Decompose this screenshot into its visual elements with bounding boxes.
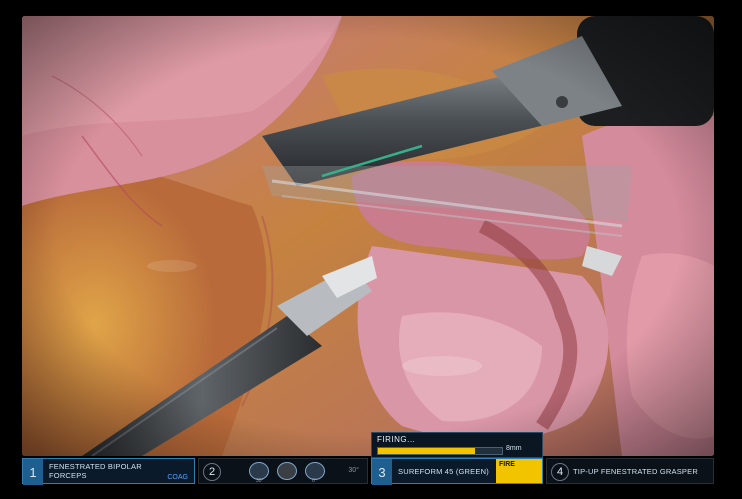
endoscope-view [22, 16, 714, 456]
slot-number: 3 [372, 459, 392, 485]
surgical-scene [22, 16, 714, 456]
endowrist-icon[interactable] [277, 462, 297, 480]
instrument-label: FENESTRATED BIPOLAR FORCEPS [49, 462, 142, 480]
fire-badge: FIRE [499, 461, 515, 468]
firing-progress-fill [378, 448, 475, 454]
coag-badge: COAG [167, 474, 188, 481]
instrument-slot-1[interactable]: 1 FENESTRATED BIPOLAR FORCEPS COAG [22, 458, 195, 485]
camera-angle-caption: 30° [256, 478, 264, 484]
instrument-slot-2[interactable]: 2 30° 0° 30° [198, 458, 368, 484]
firing-status-panel: FIRING... 8mm [371, 432, 543, 458]
camera-angle-caption: 0° [312, 478, 317, 484]
instrument-slot-4[interactable]: 4 TIP-UP FENESTRATED GRASPER [546, 458, 714, 484]
instrument-label: SUREFORM 45 (GREEN) [398, 467, 489, 476]
slot-number: 1 [23, 459, 43, 485]
slot-number: 4 [551, 463, 569, 481]
camera-angle: 30° [348, 467, 359, 474]
firing-progress-bar [377, 447, 503, 455]
firing-size-label: 8mm [506, 445, 522, 452]
slot-number: 2 [203, 463, 221, 481]
firing-title: FIRING... [377, 435, 416, 444]
instrument-label: TIP-UP FENESTRATED GRASPER [573, 467, 698, 476]
instrument-slot-3[interactable]: 3 SUREFORM 45 (GREEN) FIRE [371, 458, 543, 485]
fire-indicator: FIRE [496, 459, 542, 483]
